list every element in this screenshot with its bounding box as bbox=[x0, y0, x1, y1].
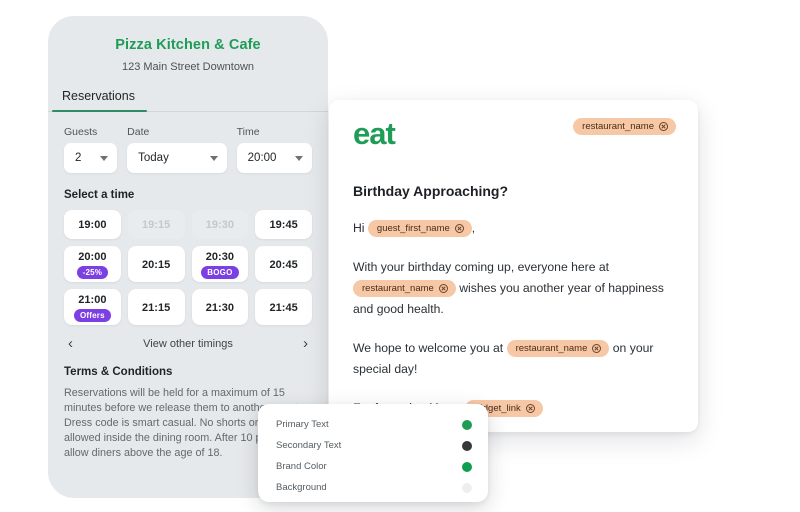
chevron-right-icon[interactable]: › bbox=[303, 336, 308, 351]
email-header-row: eat restaurant_name bbox=[353, 118, 676, 150]
guests-select[interactable]: 2 bbox=[64, 143, 118, 173]
time-slot[interactable]: 20:00 -25% bbox=[64, 246, 121, 282]
time-slot[interactable]: 19:45 bbox=[255, 210, 312, 239]
chevron-down-icon bbox=[209, 155, 218, 161]
color-swatch[interactable] bbox=[462, 440, 472, 451]
time-slot-grid: 19:00 19:15 19:30 19:45 20:00 -25% 20:15 20:30 B… bbox=[64, 210, 312, 325]
color-setting-row[interactable]: Primary Text bbox=[276, 415, 472, 434]
color-setting-label: Background bbox=[276, 482, 327, 493]
color-swatch[interactable] bbox=[462, 461, 472, 472]
color-setting-row[interactable]: Background bbox=[276, 478, 472, 497]
time-slot[interactable]: 20:45 bbox=[255, 246, 312, 282]
chevron-down-icon bbox=[100, 155, 109, 161]
date-label: Date bbox=[127, 126, 150, 138]
email-subject: Birthday Approaching? bbox=[353, 183, 509, 199]
merge-tag-guest-first-name[interactable]: guest_first_name bbox=[367, 220, 472, 238]
color-setting-label: Primary Text bbox=[276, 419, 329, 430]
time-label: Time bbox=[236, 126, 260, 138]
select-a-time-heading: Select a time bbox=[64, 189, 135, 201]
time-slot[interactable]: 20:30 BOGO bbox=[191, 246, 249, 282]
restaurant-address: 123 Main Street Downtown bbox=[121, 61, 255, 73]
email-paragraph-2: We hope to welcome you at restaurant_nam… bbox=[353, 338, 676, 380]
timings-pager: ‹ View other timings › bbox=[64, 336, 312, 351]
offer-badge: Offers bbox=[73, 309, 111, 322]
time-slot[interactable]: 21:00 Offers bbox=[64, 289, 121, 325]
date-field-group: Date Today bbox=[127, 126, 227, 173]
time-slot-label: 19:15 bbox=[142, 219, 171, 231]
close-icon[interactable] bbox=[525, 404, 535, 414]
time-slot-label: 21:30 bbox=[205, 301, 234, 314]
p2-text-a: We hope to welcome you at bbox=[353, 341, 504, 355]
screen-root: Pizza Kitchen & Cafe 123 Main Street Dow… bbox=[0, 0, 800, 512]
date-select[interactable]: Today bbox=[127, 143, 227, 173]
merge-tag-restaurant-name-p1[interactable]: restaurant_name bbox=[353, 280, 456, 298]
color-setting-label: Brand Color bbox=[276, 461, 327, 472]
eat-logo: eat bbox=[353, 116, 396, 151]
close-icon[interactable] bbox=[592, 344, 602, 354]
time-slot-label: 21:45 bbox=[269, 301, 298, 314]
time-slot-label: 20:15 bbox=[142, 258, 171, 271]
email-greeting: Hi guest_first_name , bbox=[353, 218, 676, 239]
color-setting-row[interactable]: Secondary Text bbox=[276, 436, 472, 455]
chevron-left-icon[interactable]: ‹ bbox=[68, 336, 73, 351]
time-slot[interactable]: 20:15 bbox=[127, 246, 185, 282]
tab-reservations[interactable]: Reservations bbox=[52, 89, 147, 112]
time-select[interactable]: 20:00 bbox=[236, 143, 313, 173]
guests-label: Guests bbox=[64, 126, 98, 138]
time-slot-label: 19:45 bbox=[269, 219, 298, 231]
merge-tag-label: restaurant_name bbox=[515, 343, 588, 355]
chevron-down-icon bbox=[295, 155, 304, 161]
widget-header: Pizza Kitchen & Cafe 123 Main Street Dow… bbox=[48, 16, 328, 74]
time-slot: 19:15 bbox=[127, 210, 185, 239]
merge-tag-label: guest_first_name bbox=[376, 223, 450, 235]
merge-tag-label: restaurant_name bbox=[582, 121, 654, 132]
time-value: 20:00 bbox=[247, 152, 277, 164]
widget-tabbar: Reservations bbox=[48, 89, 328, 112]
email-preview-card: eat restaurant_name Birthday Approaching… bbox=[329, 100, 698, 432]
booking-fields-row: Guests 2 Date Today Time 20:00 bbox=[64, 126, 313, 173]
email-paragraph-1: With your birthday coming up, everyone h… bbox=[353, 257, 676, 320]
close-icon[interactable] bbox=[659, 122, 668, 131]
offer-badge: BOGO bbox=[201, 266, 239, 279]
time-slot-label: 20:45 bbox=[269, 258, 298, 271]
merge-tag-restaurant-name-p2[interactable]: restaurant_name bbox=[506, 340, 610, 358]
date-value: Today bbox=[138, 152, 169, 164]
close-icon[interactable] bbox=[438, 284, 448, 294]
greeting-suffix: , bbox=[471, 221, 476, 235]
merge-tag-label: restaurant_name bbox=[362, 283, 434, 295]
time-slot[interactable]: 19:00 bbox=[64, 210, 121, 239]
merge-tag-restaurant-name-header[interactable]: restaurant_name bbox=[573, 118, 676, 135]
guests-value: 2 bbox=[75, 152, 82, 164]
color-swatch[interactable] bbox=[462, 419, 472, 430]
time-slot: 19:30 bbox=[191, 210, 249, 239]
color-settings-popup: Primary Text Secondary Text Brand Color Bac… bbox=[258, 404, 488, 502]
time-slot-label: 20:00 bbox=[78, 251, 107, 263]
greeting-prefix: Hi bbox=[353, 221, 365, 235]
time-slot-label: 21:00 bbox=[78, 294, 107, 306]
view-other-timings-label[interactable]: View other timings bbox=[143, 338, 233, 350]
color-setting-row[interactable]: Brand Color bbox=[276, 457, 472, 476]
time-slot-label: 20:30 bbox=[205, 251, 234, 263]
color-setting-label: Secondary Text bbox=[276, 440, 342, 451]
time-slot[interactable]: 21:15 bbox=[127, 289, 185, 325]
offer-badge: -25% bbox=[76, 266, 109, 279]
time-slot-label: 19:00 bbox=[78, 219, 107, 231]
terms-heading: Terms & Conditions bbox=[64, 366, 173, 378]
time-slot[interactable]: 21:45 bbox=[255, 289, 312, 325]
close-icon[interactable] bbox=[454, 224, 464, 234]
time-slot-label: 19:30 bbox=[205, 219, 234, 231]
restaurant-name: Pizza Kitchen & Cafe bbox=[115, 37, 261, 53]
time-field-group: Time 20:00 bbox=[236, 126, 313, 173]
time-slot-label: 21:15 bbox=[142, 301, 171, 314]
time-slot[interactable]: 21:30 bbox=[191, 289, 249, 325]
color-swatch[interactable] bbox=[462, 482, 472, 493]
guests-field-group: Guests 2 bbox=[64, 126, 118, 173]
p1-text-a: With your birthday coming up, everyone h… bbox=[353, 260, 610, 274]
